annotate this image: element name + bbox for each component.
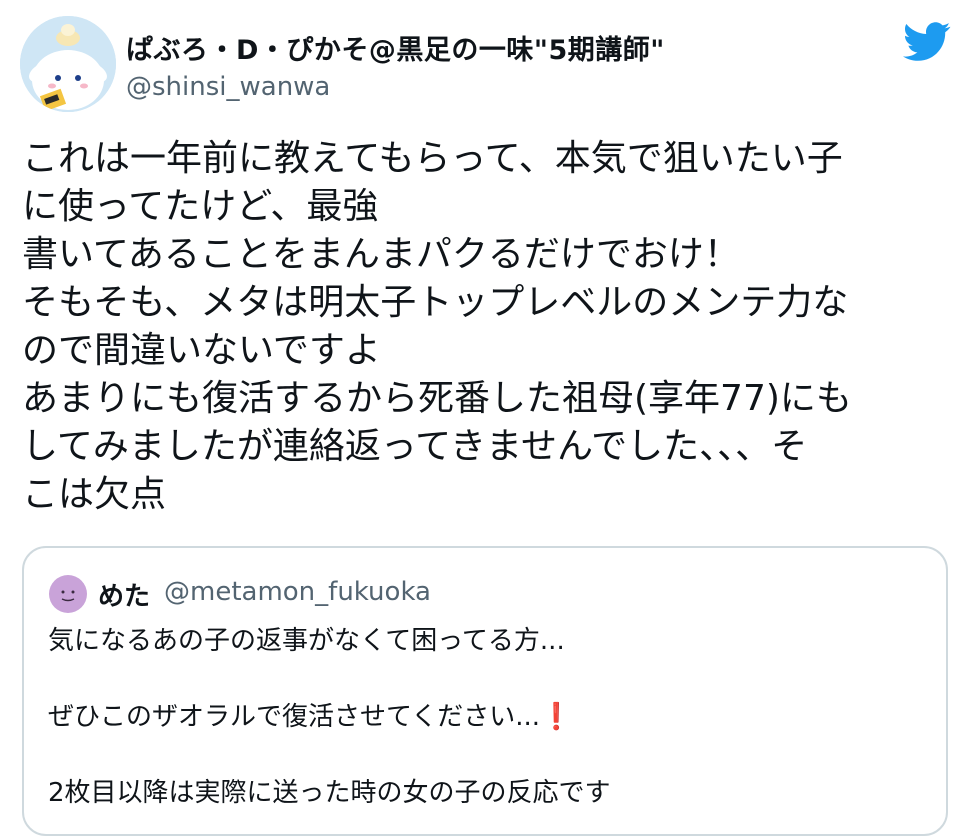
tweet-text-line: これは一年前に教えてもらって、本気で狙いたい子 [22, 138, 843, 179]
exclamation-icon: ❗ [540, 702, 573, 732]
tweet-text-line: そもそも、メタは明太子トップレベルのメンテ力な [22, 282, 849, 323]
author-display-name[interactable]: ぱぶろ・D・ぴかそ@黒足の一味"5期講師" [126, 28, 665, 67]
twitter-bird-icon[interactable] [903, 22, 951, 62]
quote-text: 気になるあの子の返事がなくて困ってる方... ぜひこのザオラルで復活させてくださ… [48, 622, 928, 812]
quote-author-handle[interactable]: @metamon_fukuoka [164, 577, 431, 607]
quote-text-line [48, 660, 928, 698]
quoted-tweet[interactable]: めた @metamon_fukuoka 気になるあの子の返事がなくて困ってる方.… [22, 546, 948, 836]
tweet-text-line: 書いてあることをまんまパクるだけでおけ！ [22, 234, 740, 275]
quote-text-line [48, 736, 928, 774]
author-avatar[interactable] [20, 16, 116, 112]
quote-text-line: 2枚目以降は実際に送った時の女の子の反応です [48, 778, 611, 808]
quote-text-line: ぜひこのザオラルで復活させてください...❗ [48, 698, 928, 736]
tweet-text-line: あまりにも復活するから死番した祖母(享年77)にも [22, 378, 852, 419]
tweet-text-line: してみましたが連絡返ってきませんでした、、、そ [22, 426, 808, 467]
tweet-text-line: に使ってたけど、最強 [22, 186, 379, 227]
ditto-avatar-icon [48, 574, 88, 614]
quote-author-avatar[interactable] [48, 574, 88, 614]
tweet-text-line: こは欠点 [22, 474, 167, 515]
tweet-text: これは一年前に教えてもらって、本気で狙いたい子 に使ってたけど、最強 書いてある… [22, 135, 962, 519]
tweet-card: ぱぶろ・D・ぴかそ@黒足の一味"5期講師" @shinsi_wanwa これは一… [0, 0, 980, 836]
quote-author-name[interactable]: めた [98, 576, 150, 613]
cinnamoroll-avatar-icon [20, 16, 116, 112]
tweet-text-line: ので間違いないですよ [22, 330, 381, 371]
quote-text-line: 気になるあの子の返事がなくて困ってる方... [48, 626, 565, 656]
quote-text-segment: ぜひこのザオラルで復活させてください... [48, 702, 541, 732]
author-handle[interactable]: @shinsi_wanwa [126, 72, 330, 102]
